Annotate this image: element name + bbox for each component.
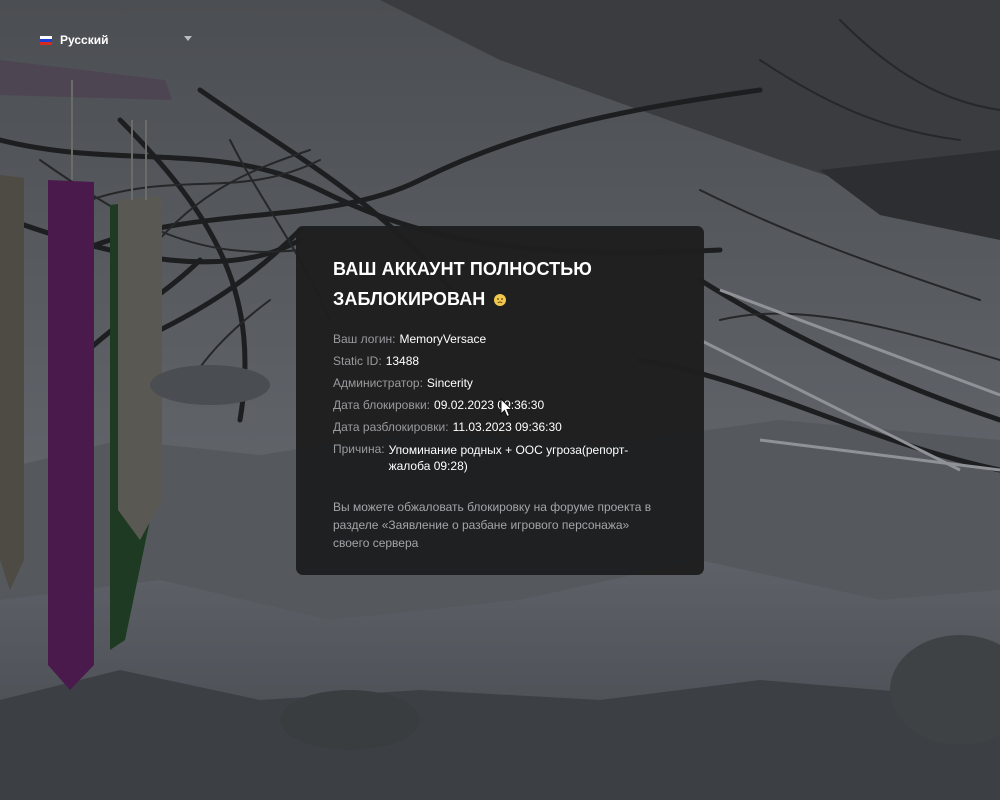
reason-label: Причина: [333,442,385,456]
admin-label: Администратор: [333,376,423,390]
russia-flag-icon [40,35,52,45]
unban-date-value: 11.03.2023 09:36:30 [452,420,562,434]
ban-date-value: 09.02.2023 09:36:30 [434,398,545,412]
reason-value: Упоминание родных + ООС угроза(репорт-жа… [388,443,629,473]
unban-date-row: Дата разблокировки: 11.03.2023 09:36:30 [333,420,667,434]
appeal-note: Вы можете обжаловать блокировку на форум… [333,500,652,550]
reason-row: Причина: Упоминание родных + ООС угроза(… [333,442,667,474]
admin-row: Администратор: Sincerity [333,376,667,390]
ban-details: Ваш логин: MemoryVersace Static ID: 1348… [333,332,667,474]
login-value: MemoryVersace [399,332,487,346]
language-selector[interactable]: Русский [40,30,192,50]
admin-value: Sincerity [426,376,473,390]
language-label: Русский [60,33,109,47]
static-id-row: Static ID: 13488 [333,354,667,368]
login-row: Ваш логин: MemoryVersace [333,332,667,346]
ban-notice-card: ВАШ АККАУНТ ПОЛНОСТЬЮ ЗАБЛОКИРОВАН Ваш л… [296,226,704,575]
chevron-down-icon[interactable] [184,36,192,41]
static-id-label: Static ID: [333,354,382,368]
sad-face-icon [493,294,506,306]
ban-title: ВАШ АККАУНТ ПОЛНОСТЬЮ ЗАБЛОКИРОВАН [333,254,667,314]
login-label: Ваш логин: [333,332,396,346]
ban-date-label: Дата блокировки: [333,398,431,412]
ban-title-line1: ВАШ АККАУНТ ПОЛНОСТЬЮ [333,259,592,279]
static-id-value: 13488 [385,354,420,368]
ban-date-row: Дата блокировки: 09.02.2023 09:36:30 [333,398,667,412]
ban-title-line2: ЗАБЛОКИРОВАН [333,289,486,309]
unban-date-label: Дата разблокировки: [333,420,449,434]
